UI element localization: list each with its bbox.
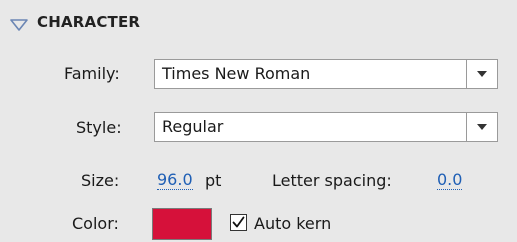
letter-spacing-label: Letter spacing: (272, 171, 392, 190)
family-label: Family: (64, 64, 120, 83)
triangle-down-icon[interactable] (10, 19, 28, 31)
style-value: Regular (162, 117, 224, 136)
size-label: Size: (81, 171, 120, 190)
size-value[interactable]: 96.0 (157, 171, 193, 190)
color-label: Color: (72, 214, 119, 233)
dropdown-arrow-icon[interactable] (466, 113, 497, 141)
panel-title: CHARACTER (37, 13, 141, 31)
auto-kern-label[interactable]: Auto kern (254, 214, 331, 233)
size-unit: pt (205, 171, 222, 190)
style-dropdown[interactable]: Regular (154, 112, 498, 142)
color-swatch[interactable] (152, 208, 212, 240)
family-dropdown[interactable]: Times New Roman (154, 59, 498, 89)
dropdown-arrow-icon[interactable] (466, 60, 497, 88)
family-value: Times New Roman (162, 64, 311, 83)
letter-spacing-value[interactable]: 0.0 (437, 171, 463, 190)
style-label: Style: (76, 118, 122, 137)
auto-kern-checkbox[interactable] (230, 214, 247, 231)
character-panel-header[interactable]: CHARACTER (0, 0, 517, 46)
